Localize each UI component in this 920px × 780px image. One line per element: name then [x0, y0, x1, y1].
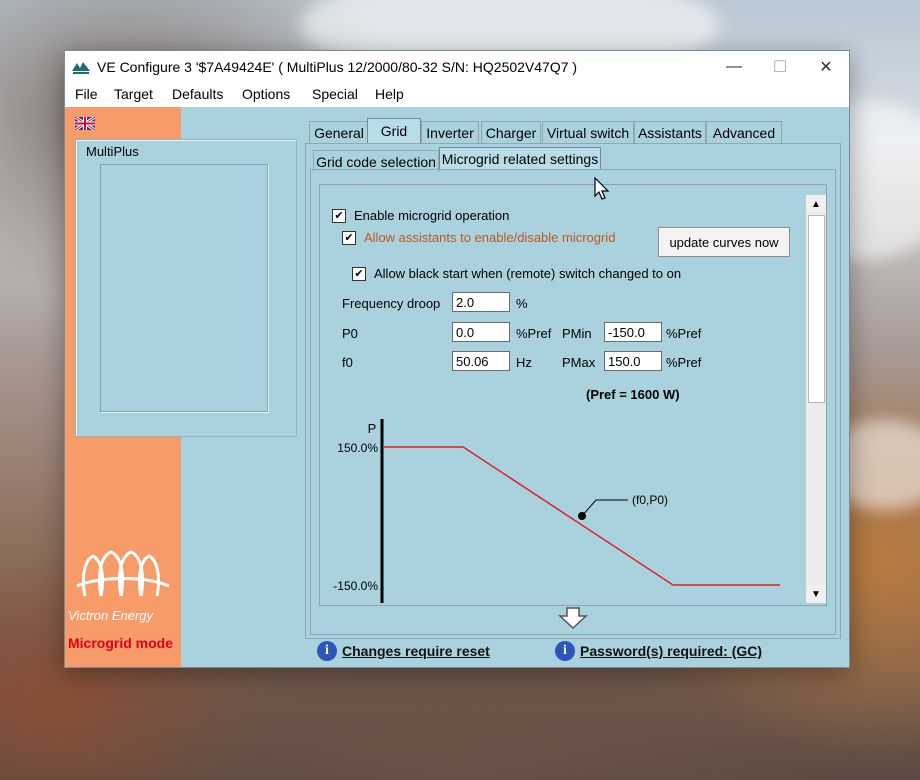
pmax-label: PMax: [562, 355, 596, 370]
device-panel-title: MultiPlus: [86, 144, 139, 159]
f0-p0-leader-line: [581, 499, 628, 517]
app-window: VE Configure 3 '$7A49424E' ( MultiPlus 1…: [64, 50, 850, 668]
window-title: VE Configure 3 '$7A49424E' ( MultiPlus 1…: [97, 59, 578, 75]
app-icon: [72, 62, 90, 74]
close-button[interactable]: ✕: [803, 51, 849, 83]
title-bar[interactable]: VE Configure 3 '$7A49424E' ( MultiPlus 1…: [65, 51, 849, 83]
tab-advanced[interactable]: Advanced: [706, 121, 782, 143]
f0-label: f0: [342, 355, 353, 370]
tab-grid[interactable]: Grid: [367, 118, 421, 143]
menu-bar: File Target Defaults Options Special Hel…: [65, 83, 849, 107]
menu-defaults[interactable]: Defaults: [172, 86, 223, 102]
f0-p0-annotation: (f0,P0): [632, 493, 668, 507]
menu-help[interactable]: Help: [375, 86, 404, 102]
tab-assistants[interactable]: Assistants: [634, 121, 706, 143]
tab-charger[interactable]: Charger: [481, 121, 541, 143]
tab-general[interactable]: General: [309, 121, 369, 143]
frequency-droop-unit: %: [516, 296, 528, 311]
tab-inverter[interactable]: Inverter: [421, 121, 479, 143]
allow-black-start-checkbox[interactable]: ✔: [352, 267, 366, 281]
p-tick-label: -150.0%: [333, 579, 378, 593]
pmin-input[interactable]: -150.0: [604, 322, 662, 342]
pmin-label: PMin: [562, 326, 592, 341]
update-curves-button[interactable]: update curves now: [658, 227, 790, 257]
menu-special[interactable]: Special: [312, 86, 358, 102]
p-tick-label: 150.0%: [337, 441, 378, 455]
device-image-area: [100, 164, 268, 412]
vertical-scrollbar[interactable]: ▲ ▼: [805, 195, 826, 603]
device-panel: MultiPlus: [75, 139, 297, 437]
allow-assistants-label: Allow assistants to enable/disable micro…: [364, 230, 616, 245]
menu-target[interactable]: Target: [114, 86, 153, 102]
scrollbar-thumb[interactable]: [808, 215, 825, 403]
scroll-up-icon[interactable]: ▲: [806, 195, 826, 213]
menu-file[interactable]: File: [75, 86, 98, 102]
allow-assistants-checkbox[interactable]: ✔: [342, 231, 356, 245]
changes-require-reset-link[interactable]: Changes require reset: [342, 643, 490, 659]
maximize-button[interactable]: ☐: [757, 51, 803, 83]
chart-series: [384, 446, 780, 586]
enable-microgrid-checkbox[interactable]: ✔: [332, 209, 346, 223]
mouse-cursor-icon: [594, 177, 610, 200]
chart-labels: P 150.0% -150.0% (f0,P0): [333, 421, 668, 593]
info-icon: i: [555, 641, 575, 661]
subtab-microgrid-settings[interactable]: Microgrid related settings: [439, 147, 601, 169]
allow-black-start-label: Allow black start when (remote) switch c…: [374, 266, 682, 281]
p0-input[interactable]: 0.0: [452, 322, 510, 342]
subtab-grid-code-selection[interactable]: Grid code selection: [313, 150, 439, 172]
mode-label: Microgrid mode: [68, 635, 174, 651]
info-icon: i: [317, 641, 337, 661]
minimize-button[interactable]: —: [711, 51, 757, 83]
frequency-droop-label: Frequency droop: [342, 296, 441, 311]
frequency-droop-input[interactable]: 2.0: [452, 292, 510, 312]
f0-input[interactable]: 50.06: [452, 351, 510, 371]
scroll-down-icon[interactable]: ▼: [806, 585, 826, 603]
droop-curve-chart: P 150.0% -150.0% (f0,P0): [333, 419, 780, 603]
p-axis-label: P: [368, 421, 377, 436]
password-required-link[interactable]: Password(s) required: (GC): [580, 643, 762, 659]
f0-unit: Hz: [516, 355, 532, 370]
menu-options[interactable]: Options: [242, 86, 290, 102]
pmin-unit: %Pref: [666, 326, 702, 341]
settings-scroll-panel: ✔ Enable microgrid operation ✔ Allow ass…: [319, 184, 827, 606]
uk-flag-icon[interactable]: [75, 117, 95, 130]
p0-label: P0: [342, 326, 358, 341]
pref-note: (Pref = 1600 W): [586, 387, 680, 402]
enable-microgrid-label: Enable microgrid operation: [354, 208, 510, 223]
pmax-input[interactable]: 150.0: [604, 351, 662, 371]
tab-virtual-switch[interactable]: Virtual switch: [542, 121, 634, 143]
logo-text: Victron Energy: [68, 608, 154, 623]
p0-unit: %Pref: [516, 326, 552, 341]
scroll-more-arrow-icon[interactable]: [558, 607, 588, 629]
victron-logo-icon: [76, 550, 170, 597]
pmax-unit: %Pref: [666, 355, 702, 370]
